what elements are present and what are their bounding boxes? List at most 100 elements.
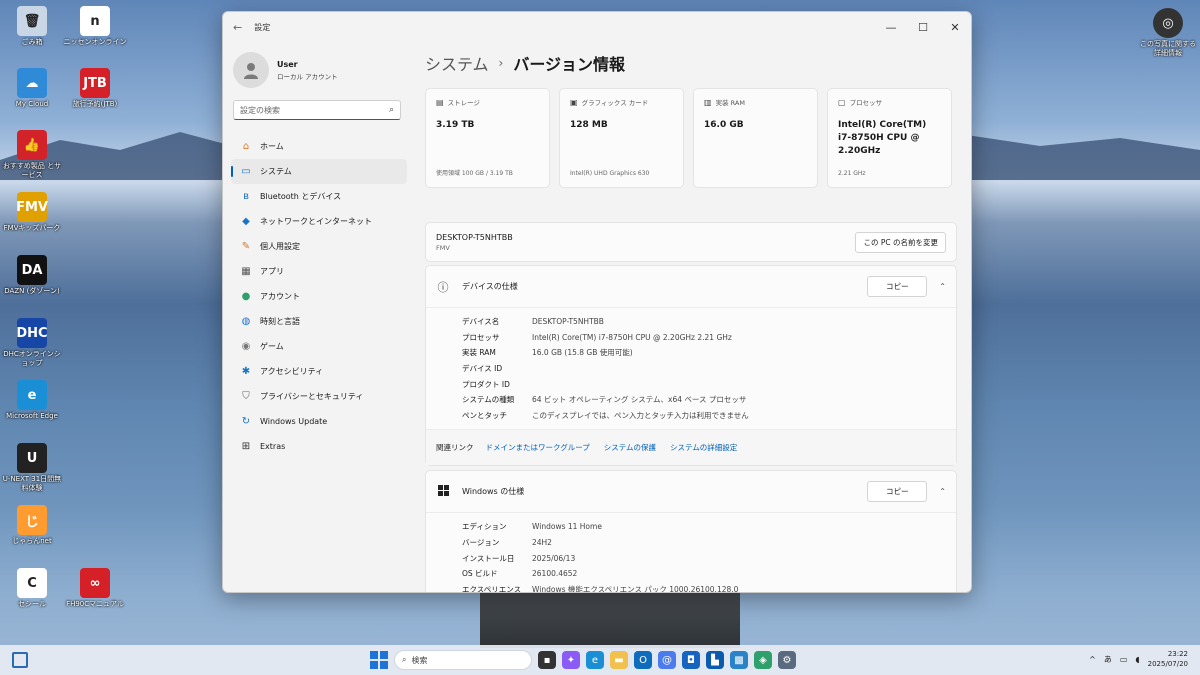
sidebar-item-gamepad[interactable]: ◉ ゲーム — [231, 334, 407, 359]
spec-value: 16.0 GB (15.8 GB 使用可能) — [532, 348, 633, 358]
desktop-icon[interactable]: JTB 旅行予約(JTB) — [63, 68, 127, 109]
sidebar-item-apps[interactable]: ▦ アプリ — [231, 259, 407, 284]
sidebar-item-brush[interactable]: ✎ 個人用設定 — [231, 234, 407, 259]
sidebar-item-person[interactable]: ● アカウント — [231, 284, 407, 309]
taskbar-center: ⌕ 検索 ▪ ✦ e ▬ O @ ◘ ▙ ▩ ◈ ⚙ — [370, 650, 796, 670]
widgets-icon[interactable] — [12, 652, 28, 668]
desktop-icon[interactable]: DHC DHCオンラインショップ — [0, 318, 64, 368]
home-icon: ⌂ — [242, 141, 250, 152]
edge-icon[interactable]: e — [586, 651, 604, 669]
spec-value: Intel(R) Core(TM) i7-8750H CPU @ 2.20GHz… — [532, 332, 732, 342]
copy-device-specs-button[interactable]: コピー — [867, 276, 928, 297]
rename-pc-button[interactable]: この PC の名前を変更 — [855, 231, 946, 253]
maximize-button[interactable]: ☐ — [907, 21, 939, 34]
photos-icon[interactable]: ▩ — [730, 651, 748, 669]
desktop-icon[interactable]: 👍 おすすめ製品 とサービス — [0, 130, 64, 180]
app2-icon[interactable]: ◈ — [754, 651, 772, 669]
desktop-icon[interactable]: U U-NEXT 31日間無料体験 — [0, 443, 64, 493]
spec-value: 24H2 — [532, 538, 552, 548]
spec-card-value: Intel(R) Core(TM) i7-8750H CPU @ 2.20GHz — [838, 120, 927, 156]
volume-icon[interactable]: ◖ — [1135, 655, 1139, 664]
desktop-icon-label: おすすめ製品 とサービス — [2, 162, 62, 179]
desktop-icon[interactable]: C セシール — [0, 568, 64, 609]
ram-icon: ▥ — [704, 97, 712, 107]
photo-info-desktop-icon[interactable]: ◎ この写真に関する 詳細情報 — [1136, 8, 1200, 58]
window-title: 設定 — [254, 22, 271, 32]
sidebar-item-globe[interactable]: ◍ 時刻と言語 — [231, 309, 407, 334]
breadcrumb-parent[interactable]: システム — [425, 51, 489, 75]
person-icon: ● — [241, 291, 251, 302]
desktop-icon[interactable]: DA DAZN (ダゾーン) — [0, 255, 64, 296]
desktop-icon[interactable]: e Microsoft Edge — [0, 380, 64, 421]
clock[interactable]: 23:22 2025/07/20 — [1148, 649, 1188, 669]
copilot-icon[interactable]: ✦ — [562, 651, 580, 669]
sidebar-item-accessibility[interactable]: ✱ アクセシビリティ — [231, 359, 407, 384]
sidebar-item-extras[interactable]: ⊞ Extras — [231, 434, 407, 459]
user-profile[interactable]: User ローカル アカウント — [223, 42, 413, 92]
back-arrow-icon[interactable]: ← — [233, 21, 242, 34]
settings-search-input[interactable]: 設定の検索 ⌕ — [233, 100, 401, 120]
desktop-icon-label: U-NEXT 31日間無料体験 — [2, 475, 62, 492]
gpu-icon: ▣ — [570, 97, 578, 107]
mail-icon[interactable]: @ — [658, 651, 676, 669]
desktop-icon[interactable]: FMV FMVキッズパーク — [0, 192, 64, 233]
apps-icon: ▦ — [241, 266, 251, 277]
sidebar-item-home[interactable]: ⌂ ホーム — [231, 134, 407, 159]
windows-specs-list: エディション Windows 11 Home バージョン 24H2 インストール日 202… — [426, 513, 956, 592]
sidebar-item-wifi[interactable]: ◆ ネットワークとインターネット — [231, 209, 407, 234]
taskbar: ⌕ 検索 ▪ ✦ e ▬ O @ ◘ ▙ ▩ ◈ ⚙ ^ あ ▭ ◖ 23:22 2025/07/2… — [0, 645, 1200, 675]
desktop-icon-graphic: ☁ — [17, 68, 47, 98]
settings-icon[interactable]: ⚙ — [778, 651, 796, 669]
sidebar-item-shield[interactable]: ⛉ プライバシーとセキュリティ — [231, 384, 407, 409]
taskbar-search[interactable]: ⌕ 検索 — [394, 650, 532, 670]
link-domain-workgroup[interactable]: ドメインまたはワークグループ — [486, 442, 590, 453]
desktop-icon[interactable]: ∞ FH90Cマニュアル — [63, 568, 127, 609]
ime-indicator[interactable]: あ — [1104, 654, 1112, 665]
title-bar: ← 設定 — ☐ ✕ — [223, 12, 971, 42]
desktop-icon[interactable]: n ニッセンオンライン — [63, 6, 127, 47]
sidebar-item-display[interactable]: ▭ システム — [231, 159, 407, 184]
link-advanced-system-settings[interactable]: システムの詳細設定 — [670, 442, 737, 453]
folder-icon[interactable]: ▬ — [610, 651, 628, 669]
pc-model: FMV — [436, 243, 450, 252]
store-icon[interactable]: ◘ — [682, 651, 700, 669]
spec-value: 2025/06/13 — [532, 553, 576, 563]
close-button[interactable]: ✕ — [939, 21, 971, 34]
desktop-icon-label: 旅行予約(JTB) — [72, 100, 118, 108]
taskview-icon[interactable]: ▪ — [538, 651, 556, 669]
chevron-up-icon[interactable]: ⌃ — [939, 282, 946, 291]
minimize-button[interactable]: — — [875, 21, 907, 34]
system-tray: ^ あ ▭ ◖ 23:22 2025/07/20 — [1089, 649, 1188, 669]
summary-cards: ▤ ストレージ 3.19 TB 使用領域 100 GB / 3.19 TB ▣ グラフィッ… — [425, 88, 957, 188]
chevron-up-icon[interactable]: ⌃ — [939, 487, 946, 496]
cpu-icon: ▢ — [838, 97, 846, 107]
windows-specs-title: Windows の仕様 — [462, 487, 525, 497]
copy-windows-specs-button[interactable]: コピー — [867, 481, 928, 503]
desktop-icon-graphic: C — [17, 568, 47, 598]
spec-value: DESKTOP-T5NHTBB — [532, 317, 604, 327]
spec-row: プロダクト ID — [462, 376, 956, 392]
desktop-icon[interactable]: ☁ My Cloud — [0, 68, 64, 109]
link-system-protection[interactable]: システムの保護 — [604, 442, 656, 453]
extras-icon: ⊞ — [241, 441, 251, 452]
sidebar-nav: ⌂ ホーム ▭ システム ʙ Bluetooth とデバイス ◆ ネットワークとインターネット… — [223, 134, 413, 459]
sidebar-item-bluetooth[interactable]: ʙ Bluetooth とデバイス — [231, 184, 407, 209]
network-icon[interactable]: ▭ — [1120, 655, 1128, 664]
sidebar-item-update[interactable]: ↻ Windows Update — [231, 409, 407, 434]
spec-card-subtext: 2.21 GHz — [838, 170, 866, 177]
spec-card-title: 実装 RAM — [715, 99, 745, 107]
shield-icon: ⛉ — [242, 391, 250, 402]
spec-row: デバイス名 DESKTOP-T5NHTBB — [462, 314, 956, 330]
spec-card-title: ストレージ — [447, 99, 480, 107]
windows-specs-header[interactable]: Windows の仕様 コピー ⌃ — [426, 471, 956, 514]
device-specs-section: ⓘ デバイスの仕様 コピー ⌃ デバイス名 DESKTOP-T5NHTBB プロセッ… — [425, 265, 957, 467]
taskbar-apps: ▪ ✦ e ▬ O @ ◘ ▙ ▩ ◈ ⚙ — [538, 651, 796, 669]
app-icon[interactable]: ▙ — [706, 651, 724, 669]
desktop-icon[interactable]: じじゃらんnet — [0, 505, 64, 546]
start-button[interactable] — [370, 651, 388, 669]
outlook-icon[interactable]: O — [634, 651, 652, 669]
tray-chevron-icon[interactable]: ^ — [1089, 655, 1096, 664]
device-specs-header[interactable]: ⓘ デバイスの仕様 コピー ⌃ — [426, 266, 956, 308]
desktop-icon[interactable]: 🗑 ごみ箱 — [0, 6, 64, 47]
spec-key: ペンとタッチ — [462, 410, 507, 420]
